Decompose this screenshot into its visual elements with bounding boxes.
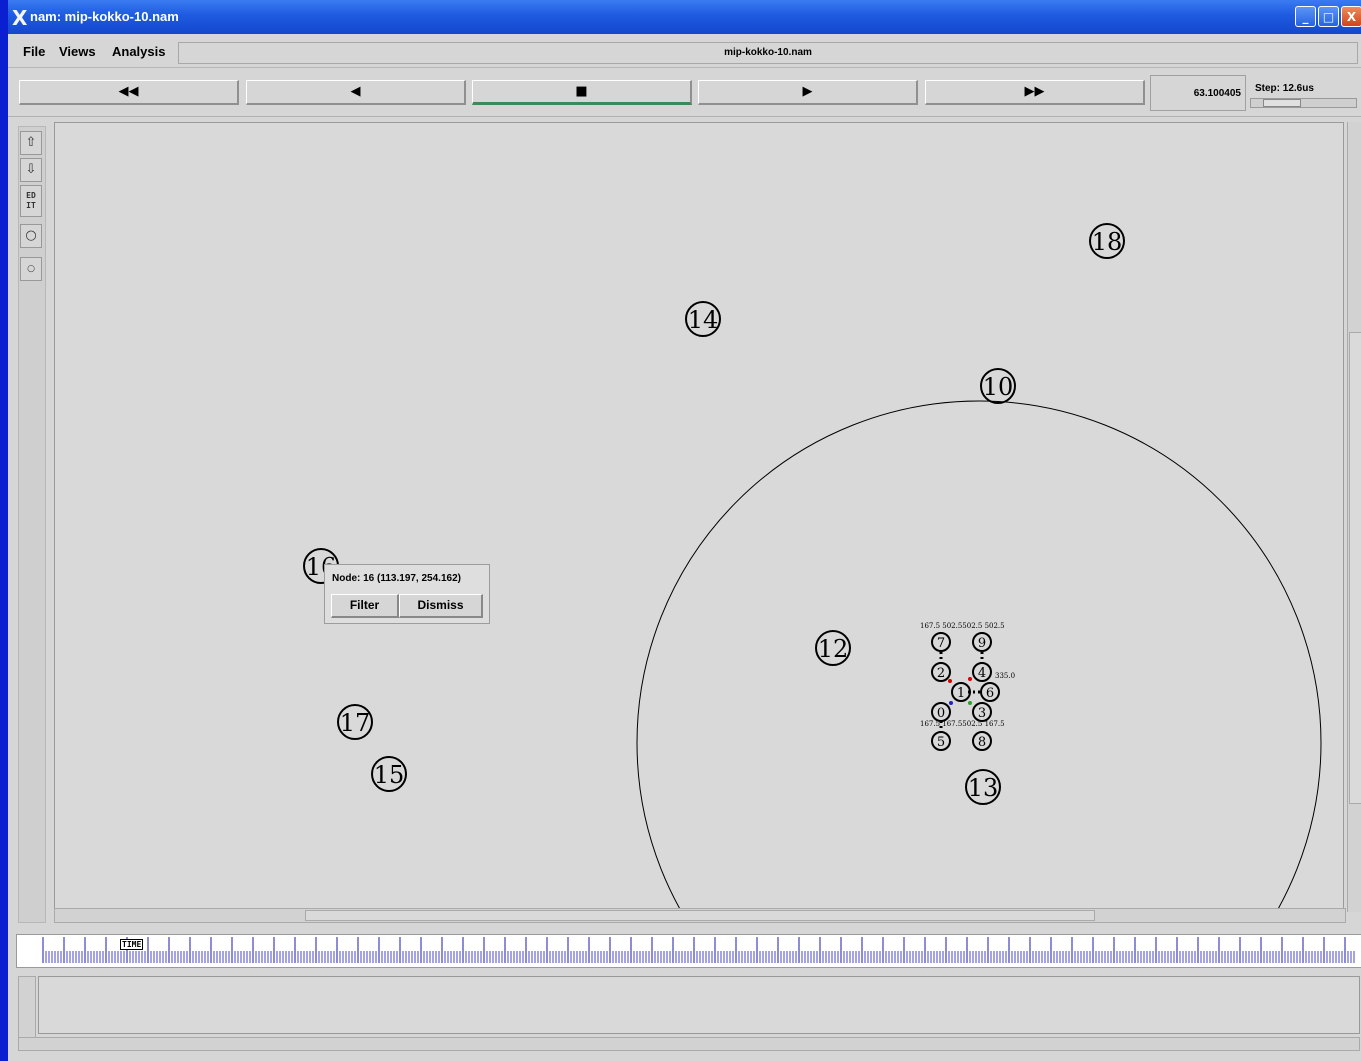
x-window-icon: X (12, 6, 28, 30)
cluster-right-label: 335.0 (995, 672, 1015, 680)
node-10[interactable]: 10 (980, 368, 1016, 404)
node-3[interactable]: 3 (972, 702, 992, 722)
popup-node-info: Node: 16 (113.197, 254.162) (332, 573, 461, 584)
fast-forward-button[interactable]: ▶▶ (925, 80, 1145, 105)
node-8[interactable]: 8 (972, 731, 992, 751)
nam-window: X nam: mip-kokko-10.nam _ □ X File Views… (8, 0, 1361, 1061)
node-7[interactable]: 7 (931, 632, 951, 652)
log-vertical-scrollbar[interactable] (18, 976, 36, 1038)
timeline-time-marker[interactable]: TIME (120, 939, 144, 950)
zoom-out-icon[interactable]: ⇩ (20, 158, 42, 182)
svg-text:0: 0 (937, 706, 945, 721)
node-17-label: 17 (340, 709, 371, 737)
node-6[interactable]: 6 (980, 682, 1000, 702)
node-size-small-icon[interactable]: ○ (20, 257, 42, 281)
log-horizontal-scrollbar[interactable] (18, 1037, 1360, 1051)
canvas-vertical-scrollbar[interactable] (1347, 122, 1361, 912)
minimize-button[interactable]: _ (1295, 6, 1316, 27)
play-button[interactable]: ▶ (698, 80, 918, 105)
close-button[interactable]: X (1341, 6, 1361, 27)
node-size-large-icon[interactable]: ○ (20, 224, 42, 248)
canvas-horizontal-scrollbar[interactable] (54, 908, 1346, 923)
node-9[interactable]: 9 (972, 632, 992, 652)
canvas-vertical-scroll-thumb[interactable] (1349, 332, 1361, 804)
transmission-range-circle (636, 400, 1322, 909)
annotation-log-area[interactable] (38, 976, 1360, 1034)
cluster-bottom-label: 167.5 167.5502.5 167.5 (920, 720, 1005, 728)
menu-views[interactable]: Views (59, 44, 96, 59)
menu-file[interactable]: File (23, 44, 45, 59)
node-14-label: 14 (688, 306, 719, 334)
dismiss-button[interactable]: Dismiss (399, 594, 483, 618)
timeline-ticks (42, 937, 1355, 963)
svg-text:6: 6 (986, 686, 994, 701)
node-17[interactable]: 17 (337, 704, 373, 740)
step-slider-thumb[interactable] (1263, 99, 1301, 107)
node-cluster: 167.5 502.5502.5 502.5 335.0 167.5 167.5… (920, 622, 1015, 751)
step-control: Step: 12.6us (1248, 75, 1358, 111)
timeline-slider[interactable]: TIME (16, 934, 1361, 968)
filter-button[interactable]: Filter (331, 594, 399, 618)
tool-sidebar: ⇧ ⇩ ED IT ○ ○ (18, 126, 46, 923)
node-2[interactable]: 2 (931, 662, 951, 682)
node-0[interactable]: 0 (931, 702, 951, 722)
window-title: nam: mip-kokko-10.nam (30, 9, 179, 24)
node-15[interactable]: 15 (371, 756, 407, 792)
svg-text:9: 9 (978, 636, 986, 651)
step-label: Step: 12.6us (1255, 83, 1314, 94)
node-5[interactable]: 5 (931, 731, 951, 751)
node-13[interactable]: 13 (965, 769, 1001, 805)
cluster-top-label: 167.5 502.5502.5 502.5 (920, 622, 1005, 630)
node-18[interactable]: 18 (1089, 223, 1125, 259)
title-bar[interactable]: X nam: mip-kokko-10.nam _ □ X (8, 0, 1361, 34)
svg-text:7: 7 (937, 636, 945, 651)
node-12[interactable]: 12 (815, 630, 851, 666)
svg-text:5: 5 (937, 735, 945, 750)
step-back-button[interactable]: ◀ (246, 80, 466, 105)
playback-toolbar: ◀◀ ◀ ■ ▶ ▶▶ 63.100405 Step: 12.6us (8, 68, 1361, 117)
edit-button[interactable]: ED IT (20, 185, 42, 217)
svg-text:1: 1 (957, 686, 965, 701)
canvas-horizontal-scroll-thumb[interactable] (305, 910, 1095, 921)
network-canvas[interactable]: 18 14 10 1 6 12 17 15 13 167.5 502.5502.5… (54, 122, 1344, 910)
svg-text:2: 2 (937, 666, 945, 681)
menu-bar: File Views Analysis mip-kokko-10.nam (8, 34, 1361, 68)
filename-display: mip-kokko-10.nam (178, 42, 1358, 64)
node-10-label: 10 (983, 373, 1014, 401)
maximize-button[interactable]: □ (1318, 6, 1339, 27)
rewind-button[interactable]: ◀◀ (19, 80, 239, 105)
zoom-in-icon[interactable]: ⇧ (20, 131, 42, 155)
node-14[interactable]: 14 (685, 301, 721, 337)
step-slider[interactable] (1250, 98, 1357, 108)
current-time: 63.100405 (1150, 75, 1246, 111)
node-4[interactable]: 4 (972, 662, 992, 682)
network-topology[interactable]: 18 14 10 1 6 12 17 15 13 167.5 502.5502.5… (55, 123, 1343, 909)
node-info-popup: Node: 16 (113.197, 254.162) Filter Dismi… (324, 564, 490, 624)
svg-text:3: 3 (978, 706, 986, 721)
node-13-label: 13 (968, 774, 999, 802)
stop-button[interactable]: ■ (472, 80, 692, 105)
node-1[interactable]: 1 (951, 682, 971, 702)
svg-text:4: 4 (978, 666, 986, 681)
node-18-label: 18 (1092, 228, 1123, 256)
svg-text:8: 8 (978, 735, 986, 750)
menu-analysis[interactable]: Analysis (112, 44, 165, 59)
node-12-label: 12 (818, 635, 849, 663)
node-15-label: 15 (374, 761, 405, 789)
